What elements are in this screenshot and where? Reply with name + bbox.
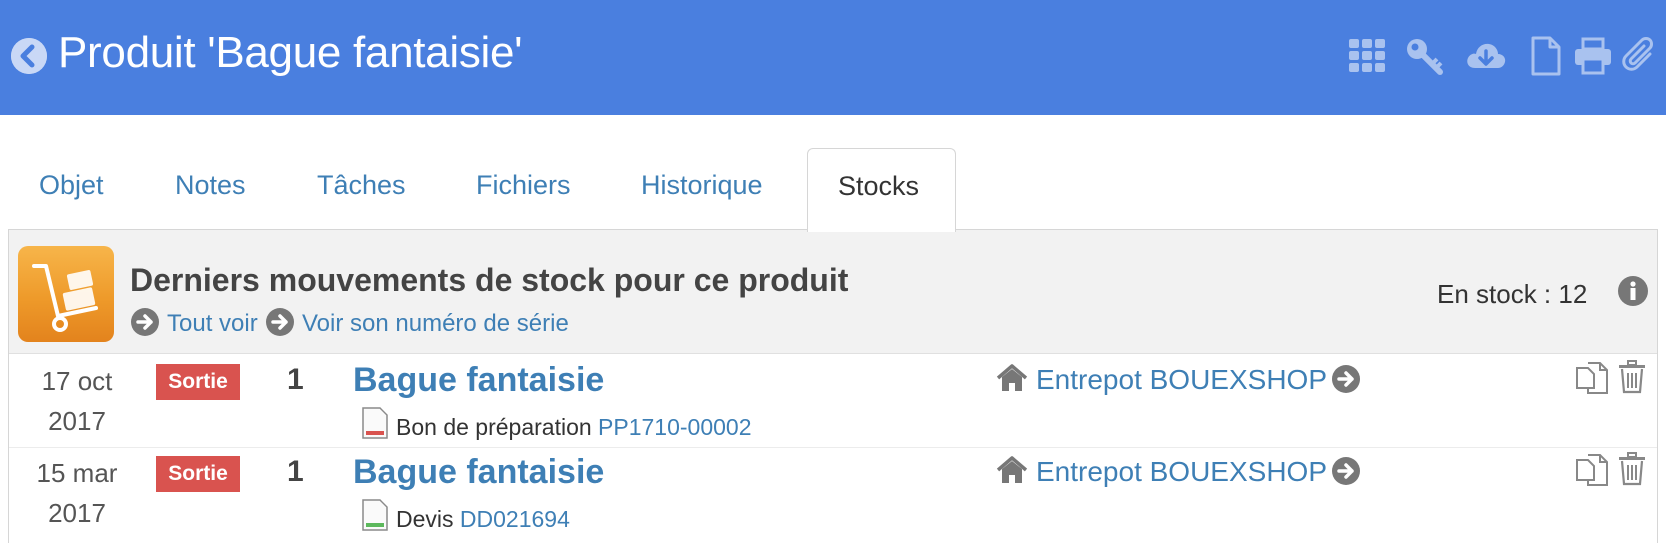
tab-taches[interactable]: Tâches (317, 170, 406, 201)
stock-cart-icon (18, 246, 114, 342)
document-red-icon (362, 407, 388, 439)
document-type: Devis (396, 506, 454, 532)
serial-number-link[interactable]: Voir son numéro de série (302, 310, 569, 338)
trash-icon[interactable] (1617, 452, 1647, 486)
movement-year: 2017 (48, 498, 106, 528)
status-badge: Sortie (156, 456, 240, 492)
back-icon[interactable] (11, 38, 47, 74)
product-link[interactable]: Bague fantaisie (353, 361, 604, 400)
stock-count: En stock : 12 (1437, 279, 1588, 309)
home-icon (996, 456, 1028, 484)
see-all-link[interactable]: Tout voir (167, 310, 258, 338)
warehouse-link[interactable]: Entrepot BOUEXSHOP (1036, 456, 1327, 488)
movement-date: 15 mar (36, 458, 118, 488)
arrow-right-icon[interactable] (1331, 364, 1361, 394)
clone-icon[interactable] (1574, 452, 1610, 488)
cloud-download-icon[interactable] (1465, 36, 1506, 76)
movement-date: 17 oct (41, 366, 113, 396)
warehouse-link[interactable]: Entrepot BOUEXSHOP (1036, 364, 1327, 396)
paperclip-icon[interactable] (1620, 36, 1660, 76)
product-link[interactable]: Bague fantaisie (353, 453, 604, 492)
trash-icon[interactable] (1617, 360, 1647, 394)
tab-fichiers[interactable]: Fichiers (476, 170, 571, 201)
tab-stocks[interactable]: Stocks (807, 148, 956, 232)
info-icon[interactable] (1617, 275, 1649, 307)
tab-stocks-label: Stocks (838, 171, 920, 201)
document-green-icon (362, 499, 388, 531)
clone-icon[interactable] (1574, 360, 1610, 396)
document-ref-link[interactable]: DD021694 (460, 506, 570, 532)
arrow-right-icon[interactable] (1331, 456, 1361, 486)
status-badge: Sortie (156, 364, 240, 400)
grid-icon[interactable] (1347, 36, 1387, 76)
document-icon[interactable] (1526, 36, 1566, 76)
key-icon[interactable] (1404, 36, 1444, 76)
tab-notes[interactable]: Notes (175, 170, 246, 201)
tab-objet[interactable]: Objet (39, 170, 104, 201)
tab-historique[interactable]: Historique (641, 170, 763, 201)
arrow-right-icon[interactable] (265, 307, 295, 337)
page-title: Produit 'Bague fantaisie' (58, 28, 523, 77)
print-icon[interactable] (1573, 36, 1613, 76)
row-divider (9, 447, 1657, 448)
panel-title: Derniers mouvements de stock pour ce pro… (130, 262, 849, 298)
document-type: Bon de préparation (396, 414, 592, 440)
movement-quantity: 1 (287, 455, 304, 488)
home-icon (996, 364, 1028, 392)
arrow-right-icon[interactable] (130, 307, 160, 337)
document-ref-link[interactable]: PP1710-00002 (598, 414, 751, 440)
document-ref: Bon de préparation PP1710-00002 (396, 414, 752, 441)
movement-year: 2017 (48, 406, 106, 436)
movement-quantity: 1 (287, 363, 304, 396)
document-ref: Devis DD021694 (396, 506, 570, 533)
